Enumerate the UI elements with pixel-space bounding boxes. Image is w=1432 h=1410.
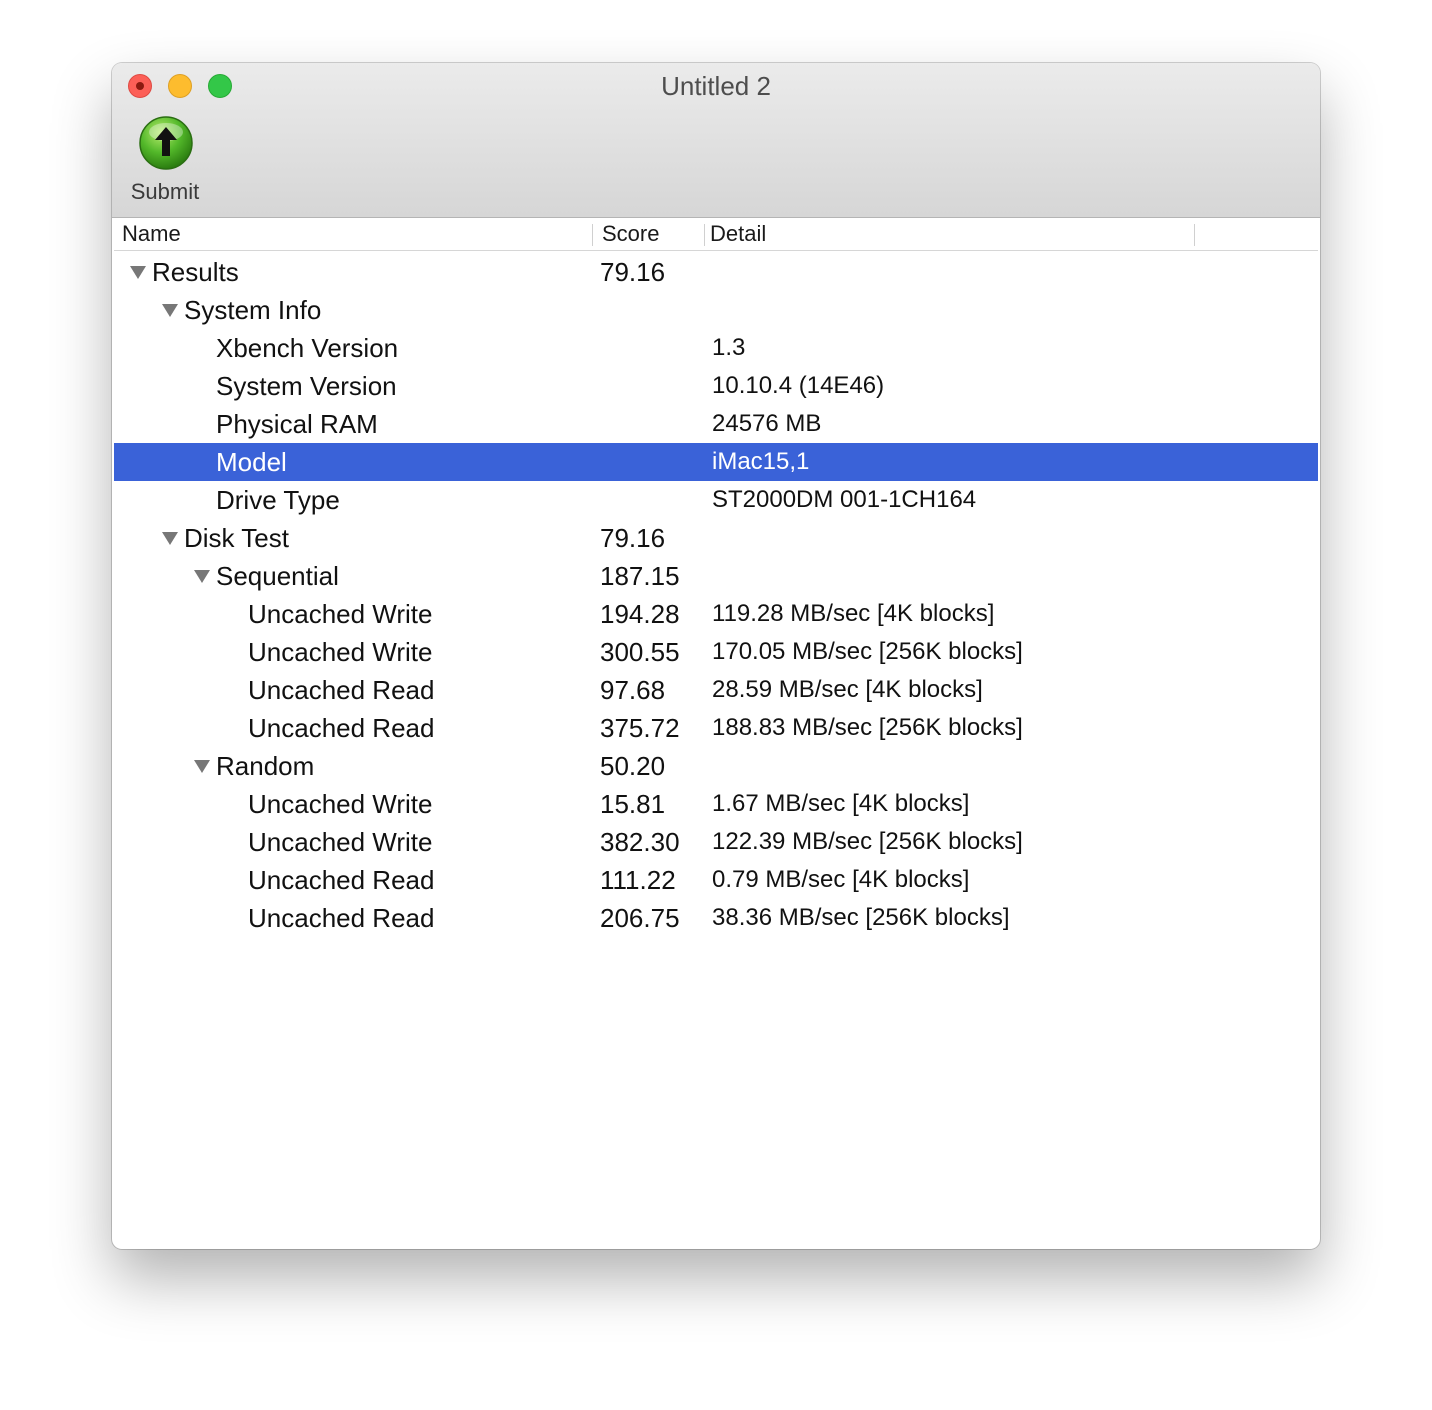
row-name: Uncached Write: [248, 599, 433, 629]
row-score: 375.72: [600, 713, 680, 743]
table-row[interactable]: Results 79.16: [114, 253, 1318, 291]
green-up-arrow-icon: [139, 116, 193, 170]
row-score: 206.75: [600, 903, 680, 933]
row-detail: ST2000DM 001-1CH164: [712, 486, 977, 513]
row-score: 382.30: [600, 827, 680, 857]
table-row[interactable]: Disk Test 79.16: [114, 519, 1318, 557]
row-name: Model: [216, 447, 287, 477]
row-name: Disk Test: [184, 523, 289, 553]
row-name: Uncached Read: [248, 675, 435, 705]
row-score: 194.28: [600, 599, 680, 629]
row-score: 187.15: [600, 561, 680, 591]
row-score: 79.16: [600, 257, 666, 287]
table-row-selected[interactable]: Model iMac15,1: [114, 443, 1318, 481]
row-detail: 10.10.4 (14E46): [712, 372, 885, 399]
row-name: Xbench Version: [216, 333, 399, 363]
row-name: Uncached Read: [248, 903, 435, 933]
row-detail: 188.83 MB/sec [256K blocks]: [712, 714, 1023, 741]
row-detail: 170.05 MB/sec [256K blocks]: [712, 638, 1023, 665]
row-name: Results: [152, 257, 239, 287]
table-row[interactable]: Uncached Read 206.75 38.36 MB/sec [256K …: [114, 899, 1318, 937]
row-score: 111.22: [600, 865, 676, 895]
table-row[interactable]: Uncached Read 111.22 0.79 MB/sec [4K blo…: [114, 861, 1318, 899]
row-score: 50.20: [600, 751, 666, 781]
app-window: Untitled 2 Submit Name Score Detail Resu…: [112, 63, 1320, 1249]
table-row[interactable]: Xbench Version 1.3: [114, 329, 1318, 367]
row-detail: 38.36 MB/sec [256K blocks]: [712, 904, 1010, 931]
submit-button[interactable]: Submit: [122, 115, 208, 207]
row-detail: 1.3: [712, 334, 746, 361]
outline-table: Results 79.16 System Info Xbench Version…: [114, 253, 1318, 937]
row-name: Physical RAM: [216, 409, 378, 439]
column-header-score[interactable]: Score: [602, 218, 659, 250]
disclosure-triangle-icon[interactable]: [130, 266, 146, 279]
table-row[interactable]: System Info: [114, 291, 1318, 329]
table-row[interactable]: Physical RAM 24576 MB: [114, 405, 1318, 443]
row-detail: iMac15,1: [712, 448, 810, 475]
title-bar: Untitled 2 Submit: [112, 63, 1320, 218]
row-name: System Version: [216, 371, 397, 401]
row-name: Sequential: [216, 561, 339, 591]
row-name: Uncached Write: [248, 827, 433, 857]
row-score: 15.81: [600, 789, 666, 819]
submit-label: Submit: [130, 179, 200, 204]
window-title: Untitled 2: [661, 71, 771, 101]
disclosure-triangle-icon[interactable]: [194, 760, 210, 773]
row-name: Drive Type: [216, 485, 340, 515]
row-score: 79.16: [600, 523, 666, 553]
table-row[interactable]: Uncached Write 15.81 1.67 MB/sec [4K blo…: [114, 785, 1318, 823]
table-header: Name Score Detail: [114, 218, 1318, 251]
table-row[interactable]: Uncached Write 194.28 119.28 MB/sec [4K …: [114, 595, 1318, 633]
column-divider[interactable]: [704, 224, 705, 246]
column-header-name[interactable]: Name: [122, 218, 181, 250]
row-score: 97.68: [600, 675, 666, 705]
table-row[interactable]: Random 50.20: [114, 747, 1318, 785]
table-row[interactable]: Uncached Write 382.30 122.39 MB/sec [256…: [114, 823, 1318, 861]
row-detail: 1.67 MB/sec [4K blocks]: [712, 790, 970, 817]
row-name: Uncached Read: [248, 713, 435, 743]
row-detail: 28.59 MB/sec [4K blocks]: [712, 676, 983, 703]
column-header-detail[interactable]: Detail: [710, 218, 766, 250]
table-row[interactable]: System Version 10.10.4 (14E46): [114, 367, 1318, 405]
table-row[interactable]: Uncached Write 300.55 170.05 MB/sec [256…: [114, 633, 1318, 671]
disclosure-triangle-icon[interactable]: [194, 570, 210, 583]
table-row[interactable]: Sequential 187.15: [114, 557, 1318, 595]
column-divider[interactable]: [592, 224, 593, 246]
row-detail: 24576 MB: [712, 410, 822, 437]
row-detail: 122.39 MB/sec [256K blocks]: [712, 828, 1023, 855]
row-detail: 119.28 MB/sec [4K blocks]: [712, 600, 995, 627]
row-name: Uncached Write: [248, 789, 433, 819]
column-divider[interactable]: [1194, 224, 1195, 246]
table-row[interactable]: Uncached Read 375.72 188.83 MB/sec [256K…: [114, 709, 1318, 747]
row-name: System Info: [184, 295, 322, 325]
row-name: Uncached Write: [248, 637, 433, 667]
table-row[interactable]: Drive Type ST2000DM 001-1CH164: [114, 481, 1318, 519]
row-name: Random: [216, 751, 315, 781]
table-row[interactable]: Uncached Read 97.68 28.59 MB/sec [4K blo…: [114, 671, 1318, 709]
row-detail: 0.79 MB/sec [4K blocks]: [712, 866, 970, 893]
row-name: Uncached Read: [248, 865, 435, 895]
disclosure-triangle-icon[interactable]: [162, 304, 178, 317]
disclosure-triangle-icon[interactable]: [162, 532, 178, 545]
row-score: 300.55: [600, 637, 680, 667]
